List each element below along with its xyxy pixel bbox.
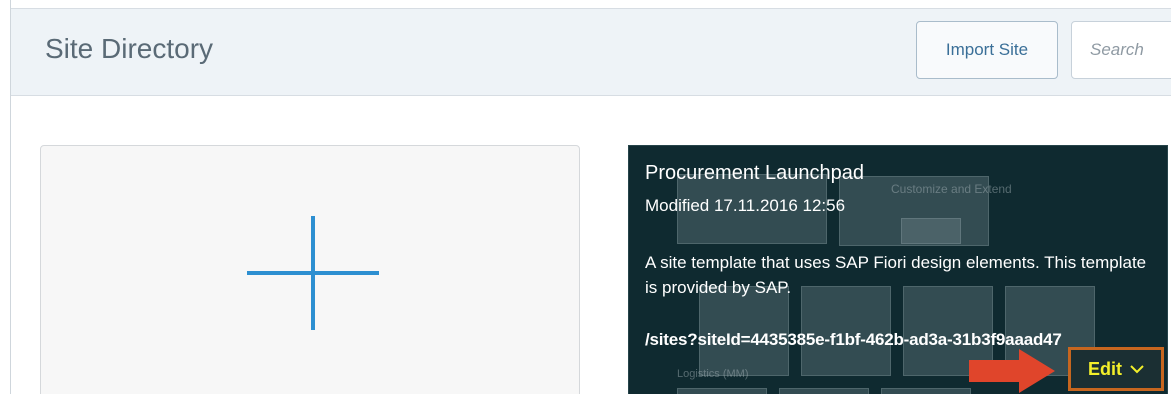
edit-site-button[interactable]: Edit (1068, 347, 1164, 391)
preview-tile (779, 388, 869, 394)
edit-label: Edit (1088, 358, 1122, 379)
plus-icon (247, 216, 379, 330)
site-url: /sites?siteId=4435385e-f1bf-462b-ad3a-31… (645, 330, 1062, 349)
preview-tile (881, 388, 971, 394)
preview-tile (677, 388, 767, 394)
site-modified-date: Modified 17.11.2016 12:56 (645, 196, 846, 215)
preview-text: Logistics (MM) (677, 368, 749, 380)
preview-text: Customize and Extend (891, 182, 1012, 196)
page-header: Site Directory Import Site (11, 8, 1171, 96)
page-title: Site Directory (45, 33, 214, 64)
annotation-arrow-icon (969, 349, 1055, 393)
chevron-down-icon (1130, 365, 1144, 374)
site-description: A site template that uses SAP Fiori desi… (645, 253, 1147, 297)
preview-tile (901, 218, 961, 244)
search-input[interactable] (1090, 40, 1171, 60)
site-name: Procurement Launchpad (645, 162, 865, 184)
import-site-button[interactable]: Import Site (916, 21, 1058, 79)
search-field[interactable] (1071, 21, 1171, 79)
add-site-tile[interactable] (40, 145, 580, 394)
